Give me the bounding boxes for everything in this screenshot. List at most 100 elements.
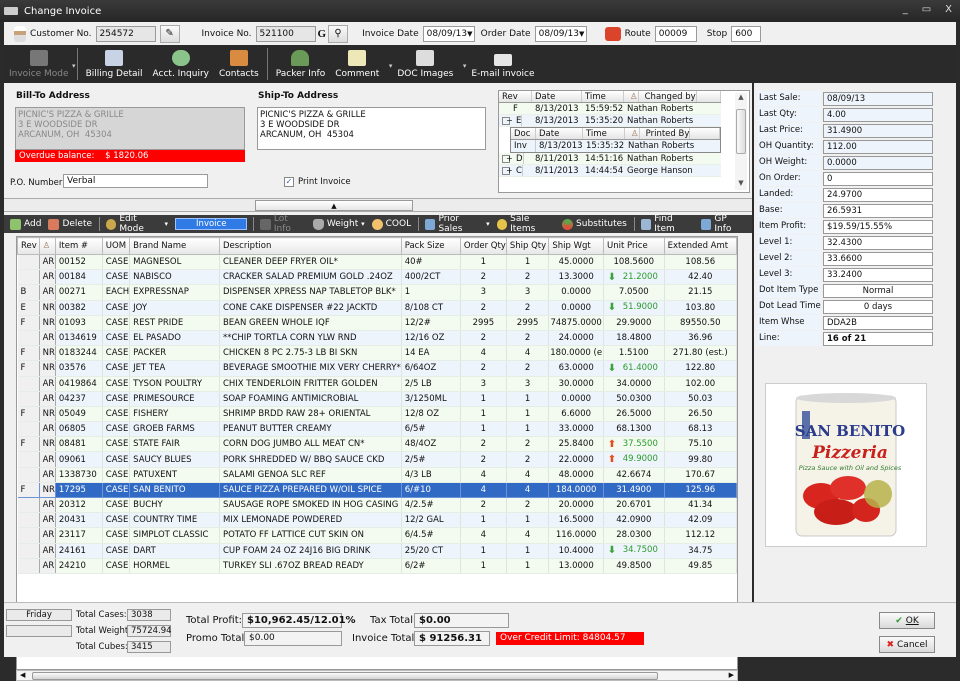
ship-wgt-cell[interactable]: 48.0000 [548, 467, 604, 483]
cancel-button[interactable]: ✖ Cancel [879, 636, 935, 653]
pack-size-cell[interactable]: 6/5# [401, 421, 461, 438]
rev-cell[interactable] [17, 330, 40, 347]
prior-sales-button[interactable]: Prior Sales ▾ [425, 214, 490, 234]
col-item-no[interactable]: Item # [54, 237, 103, 255]
uom-cell[interactable]: CASE [102, 391, 131, 407]
rev-cell[interactable] [17, 527, 40, 544]
brand-cell[interactable]: EL PASADO [129, 330, 220, 347]
brand-cell[interactable]: SAN BENITO [129, 482, 220, 499]
extended-amt-cell[interactable]: 50.03 [664, 391, 737, 407]
extended-amt-cell[interactable]: 75.10 [664, 436, 737, 453]
table-row[interactable]: E NR 00382 CASE JOY CONE CAKE DISPENSER #22 J… [17, 300, 737, 316]
ship-wgt-cell[interactable]: 45.0000 [548, 254, 604, 271]
table-row[interactable]: AR 00152 CASE MAGNESOL CLEANER DEEP FRYER OI… [17, 254, 737, 271]
description-cell[interactable]: CONE CAKE DISPENSER #22 JACKTD [219, 300, 402, 316]
scroll-thumb[interactable] [736, 109, 746, 154]
unit-price-cell[interactable]: 29.9000 [603, 315, 665, 331]
pack-size-cell[interactable]: 12/8 OZ [401, 406, 461, 423]
uom-cell[interactable]: CASE [102, 497, 131, 514]
type-cell[interactable]: NR [39, 406, 56, 423]
brand-cell[interactable]: COUNTRY TIME [129, 512, 220, 529]
close-button[interactable]: X [945, 4, 952, 15]
unit-price-cell[interactable]: 50.0300 [603, 391, 665, 407]
description-cell[interactable]: CHIX TENDERLOIN FRITTER GOLDEN [219, 376, 402, 392]
unit-price-cell[interactable]: 20.6701 [603, 497, 665, 514]
item-no-cell[interactable]: 01093 [55, 315, 103, 331]
edit-mode-button[interactable]: Edit Mode ▾ [105, 214, 168, 234]
item-info-value[interactable]: 16 of 21 [823, 331, 933, 346]
order-qty-cell[interactable]: 2 [460, 451, 507, 468]
pack-size-cell[interactable]: 12/2# [401, 315, 461, 331]
rev-cell[interactable]: B [17, 284, 40, 301]
ship-wgt-cell[interactable]: 0.0000 [548, 391, 604, 407]
order-qty-cell[interactable]: 3 [460, 284, 507, 301]
ship-wgt-cell[interactable]: 13.0000 [548, 558, 604, 574]
pack-size-cell[interactable]: 6/#10 [401, 482, 461, 499]
ship-qty-cell[interactable]: 4 [506, 345, 550, 362]
ship-qty-cell[interactable]: 4 [506, 527, 550, 544]
ship-wgt-cell[interactable]: 33.0000 [548, 421, 604, 438]
ship-qty-cell[interactable]: 2995 [506, 315, 550, 331]
extended-amt-cell[interactable]: 170.67 [664, 467, 737, 483]
item-no-cell[interactable]: 0134619 [55, 330, 103, 347]
order-qty-cell[interactable]: 1 [460, 421, 507, 438]
unit-price-cell[interactable]: 28.0300 [603, 527, 665, 544]
uom-cell[interactable]: CASE [102, 300, 131, 316]
uom-cell[interactable]: CASE [102, 527, 131, 544]
brand-cell[interactable]: PRIMESOURCE [129, 391, 220, 407]
item-no-cell[interactable]: 17295 [55, 482, 103, 499]
unit-price-cell[interactable]: 18.4800 [603, 330, 665, 347]
description-cell[interactable]: SHRIMP BRDD RAW 28+ ORIENTAL [219, 406, 402, 423]
ship-qty-cell[interactable]: 3 [506, 376, 550, 392]
type-cell[interactable]: AR [39, 330, 56, 347]
brand-cell[interactable]: JOY [129, 300, 220, 316]
email-invoice-button[interactable]: E-mail invoice [466, 54, 539, 83]
ship-wgt-cell[interactable]: 20.0000 [548, 497, 604, 514]
type-cell[interactable]: AR [39, 512, 56, 529]
unit-price-cell[interactable]: 26.5000 [603, 406, 665, 423]
brand-cell[interactable]: BUCHY [129, 497, 220, 514]
order-qty-cell[interactable]: 2 [460, 436, 507, 453]
table-row[interactable]: F NR 0183244 CASE PACKER CHICKEN 8 PC 2.75-3 … [17, 345, 737, 362]
rev-expander[interactable]: + C [499, 165, 532, 176]
add-button[interactable]: Add [10, 218, 41, 230]
extended-amt-cell[interactable]: 34.75 [664, 543, 737, 559]
find-item-button[interactable]: Find Item [640, 214, 694, 234]
brand-cell[interactable]: REST PRIDE [129, 315, 220, 331]
brand-cell[interactable]: PACKER [129, 345, 220, 362]
grid-horizontal-scrollbar[interactable]: ◀ ▶ [16, 670, 738, 681]
unit-price-cell[interactable]: 49.8500 [603, 558, 665, 574]
item-info-value[interactable]: 26.5931 [823, 203, 933, 218]
ship-qty-cell[interactable]: 1 [506, 421, 550, 438]
extended-amt-cell[interactable]: 42.40 [664, 269, 737, 286]
order-qty-cell[interactable]: 2 [460, 360, 507, 377]
description-cell[interactable]: PORK SHREDDED W/ BBQ SAUCE CKD [219, 451, 402, 468]
order-qty-cell[interactable]: 3 [460, 376, 507, 392]
rev-cell[interactable] [17, 421, 40, 438]
revision-row[interactable]: − E 8/13/2013 15:35:20 Nathan Roberts [499, 115, 721, 127]
uom-cell[interactable]: CASE [102, 451, 131, 468]
ship-wgt-cell[interactable]: 63.0000 [548, 360, 604, 377]
brand-cell[interactable]: TYSON POULTRY [129, 376, 220, 392]
table-row[interactable]: AR 00184 CASE NABISCO CRACKER SALAD PREMIUM … [17, 269, 737, 286]
rev-cell[interactable]: F [17, 345, 40, 362]
ship-wgt-cell[interactable]: 30.0000 [548, 376, 604, 392]
table-row[interactable]: AR 06805 CASE GROEB FARMS PEANUT BUTTER CREA… [17, 421, 737, 438]
ship-wgt-cell[interactable]: 74875.0000 [548, 315, 604, 331]
route-field[interactable]: 00009 [654, 25, 697, 42]
search-invoice-button[interactable]: ⚲ [328, 24, 349, 43]
ship-wgt-cell[interactable]: 184.0000 [548, 482, 604, 499]
item-no-cell[interactable]: 08481 [55, 436, 103, 453]
item-no-cell[interactable]: 06805 [55, 421, 103, 438]
description-cell[interactable]: CORN DOG JUMBO ALL MEAT CN* [219, 436, 402, 453]
unit-price-cell[interactable]: ⬇ 21.2000 [603, 269, 665, 286]
scroll-thumb[interactable] [32, 672, 658, 680]
rev-expander[interactable]: + D [499, 153, 532, 164]
brand-cell[interactable]: FISHERY [129, 406, 220, 423]
type-cell[interactable]: AR [39, 467, 56, 483]
table-row[interactable]: AR 24210 CASE HORMEL TURKEY SLI .67OZ BREAD … [17, 558, 737, 574]
ship-qty-cell[interactable]: 4 [506, 467, 550, 483]
uom-cell[interactable]: CASE [102, 421, 131, 438]
table-row[interactable]: AR 20312 CASE BUCHY SAUSAGE ROPE SMOKED IN H… [17, 497, 737, 514]
sale-items-button[interactable]: Sale Items [496, 214, 555, 234]
